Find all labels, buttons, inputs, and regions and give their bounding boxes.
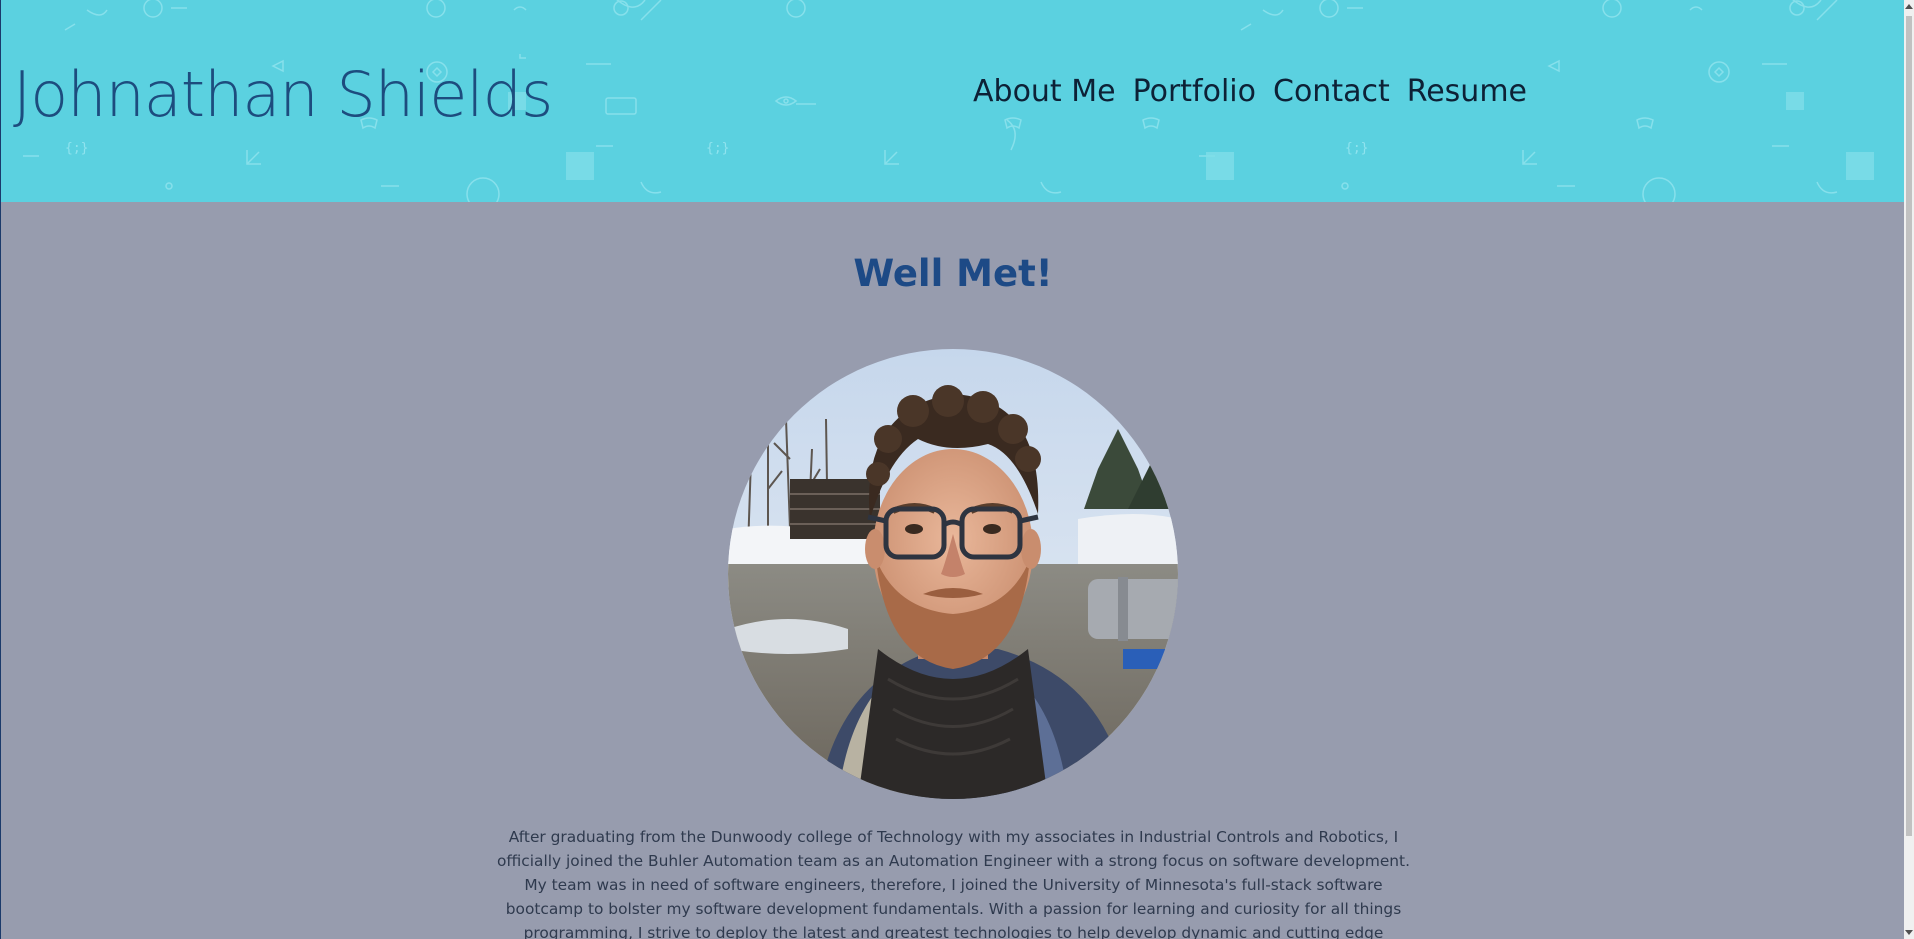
nav-link-resume[interactable]: Resume <box>1407 74 1527 109</box>
nav-link-portfolio[interactable]: Portfolio <box>1133 74 1256 109</box>
scroll-down-arrow-icon[interactable] <box>1905 930 1913 935</box>
profile-photo <box>728 349 1178 799</box>
section-heading: Well Met! <box>853 252 1053 295</box>
scrollbar-thumb[interactable] <box>1906 16 1912 836</box>
page-scrollbar[interactable] <box>1904 0 1914 939</box>
svg-text:{;}: {;} <box>706 141 729 156</box>
nav-link-about-me[interactable]: About Me <box>973 74 1116 109</box>
svg-text:{;}: {;} <box>1345 141 1368 156</box>
profile-photo-illustration <box>728 349 1178 799</box>
site-title: Johnathan Shields <box>13 58 553 131</box>
about-section: Well Met! After graduating from the Dunw… <box>0 202 1904 939</box>
bio-paragraph: After graduating from the Dunwoody colle… <box>497 828 1410 939</box>
main-nav: About Me Portfolio Contact Resume <box>973 74 1527 109</box>
svg-text:{;}: {;} <box>65 141 88 156</box>
site-header: {;} {;} {;} Johnathan Shields About Me P… <box>0 0 1904 202</box>
scroll-up-arrow-icon[interactable] <box>1905 4 1913 9</box>
nav-link-contact[interactable]: Contact <box>1273 74 1390 109</box>
